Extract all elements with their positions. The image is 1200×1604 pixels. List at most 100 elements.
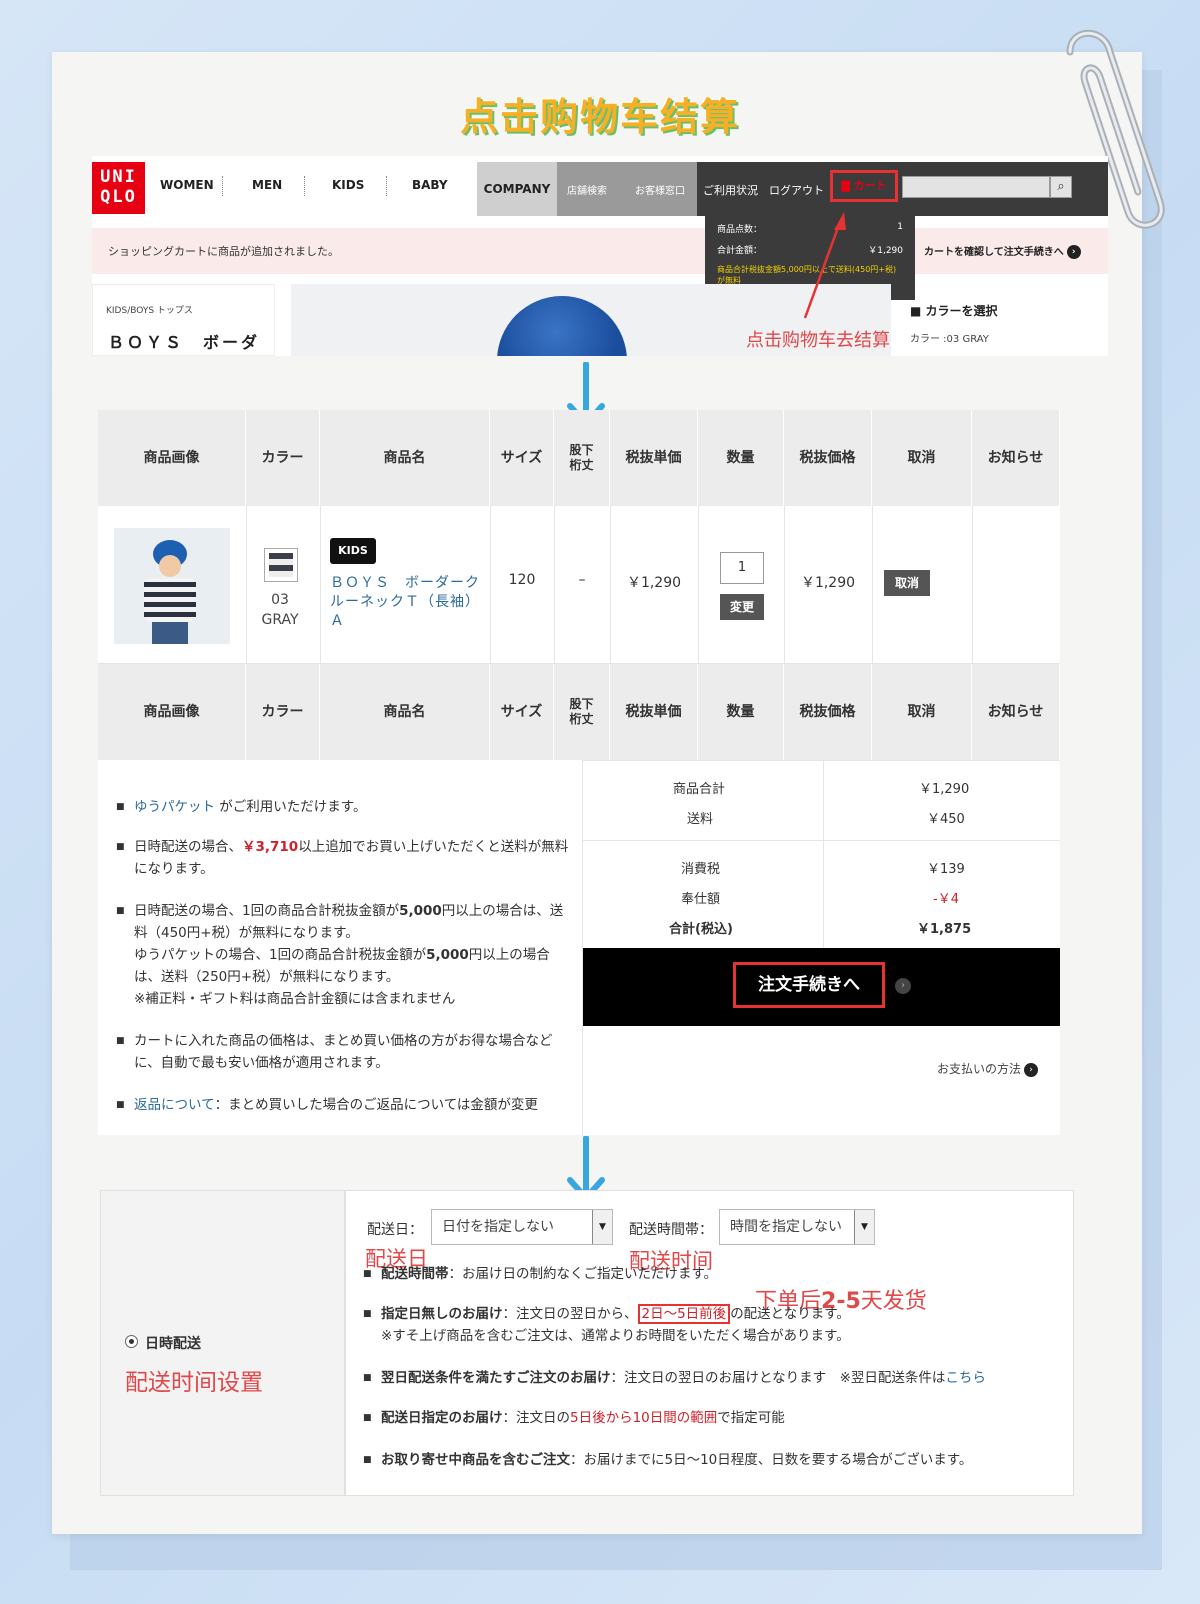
service-value: -￥4 (933, 892, 959, 907)
header-unit-price: 税抜単価 (610, 410, 698, 506)
cart-button[interactable]: ▇ カート (830, 170, 898, 202)
delivery-date-select[interactable]: 日付を指定しない ▼ (431, 1209, 613, 1245)
payment-method-label: お支払いの方法 (937, 1062, 1022, 1076)
quantity-input[interactable]: 1 (720, 552, 764, 584)
dropdown-arrow-icon: ▼ (854, 1210, 874, 1244)
note-subtext: ※すそ上げ商品を含むご注文は、通常よりお時間をいただく場合があります。 (381, 1328, 850, 1344)
count-label: 商品点数： (717, 225, 763, 235)
payment-method-link[interactable]: お支払いの方法 › (937, 1060, 1039, 1077)
col-divider (246, 506, 247, 664)
datetime-delivery-radio[interactable] (125, 1335, 138, 1348)
note-text: ：注文日の翌日のお届けとなります ※翌日配送条件は (610, 1370, 946, 1386)
header-unit-price: 税抜単価 (610, 664, 698, 760)
yupacket-link[interactable]: ゆうパケット (134, 799, 215, 815)
nav-company[interactable]: COMPANY (477, 162, 557, 216)
delivery-note-specified: 配送日指定のお届け：注文日の5日後から10日間の範囲で指定可能 (363, 1407, 1053, 1429)
uniqlo-logo[interactable]: UNI QLO (92, 162, 145, 214)
cart-label: カート (853, 179, 887, 192)
header-notice: お知らせ (972, 664, 1060, 760)
product-name-preview: ＢＯＹＳ ボーダー (108, 333, 261, 352)
customer-support-link[interactable]: お客様窓口 (635, 182, 685, 197)
datetime-delivery-label: 日時配送 (145, 1336, 201, 1352)
proceed-order-button[interactable]: 注文手続きへ (733, 962, 885, 1008)
col-divider (698, 506, 699, 664)
delivery-time-select[interactable]: 時間を指定しない ▼ (719, 1209, 875, 1245)
header-cancel: 取消 (872, 410, 972, 506)
col-divider (320, 506, 321, 664)
header-name: 商品名 (320, 410, 490, 506)
cancel-item-button[interactable]: 取消 (884, 570, 930, 596)
note-text: がご利用いただけます。 (215, 799, 367, 815)
subtotal-value: ￥1,290 (919, 782, 970, 797)
item-unit-price: ￥1,290 (626, 575, 682, 591)
note-amount: ￥3,710 (242, 839, 299, 855)
nav-separator (222, 176, 223, 196)
color-name: GRAY (261, 612, 299, 628)
delivery-date-value: 日付を指定しない (442, 1219, 554, 1235)
nav-baby[interactable]: BABY (412, 178, 448, 192)
table-footer-header-row: 商品画像 カラー 商品名 サイズ 股下桁丈 税抜単価 数量 税抜価格 取消 お知… (98, 664, 1060, 760)
header-price: 税抜価格 (784, 664, 872, 760)
store-search-link[interactable]: 店舗検索 (567, 182, 607, 197)
header-color: カラー (246, 410, 320, 506)
table-row: 03 GRAY KIDS ＢＯＹＳ ボーダークルーネックＴ（長袖）Ａ 120 – … (98, 506, 1060, 664)
returns-link[interactable]: 返品について (134, 1097, 215, 1113)
item-size: 120 (508, 572, 536, 588)
note-yupacket: ゆうパケット がご利用いただけます。 (116, 796, 576, 818)
breadcrumb[interactable]: KIDS/BOYS トップス (106, 303, 193, 316)
delivery-note-unspecified: 指定日無しのお届け：注文日の翌日から、2日～5日前後の配送となります。 ※すそ上… (363, 1303, 1053, 1347)
nav-kids[interactable]: KIDS (332, 178, 364, 192)
note-text: で指定可能 (717, 1410, 785, 1426)
top-nav: UNI QLO WOMEN MEN KIDS BABY COMPANY 店舗検索… (92, 156, 1108, 216)
search-input[interactable] (902, 176, 1050, 198)
header-image: 商品画像 (98, 664, 246, 760)
shipping-notes: ゆうパケット がご利用いただけます。 日時配送の場合、￥3,710以上追加でお買… (98, 760, 582, 1135)
header-image: 商品画像 (98, 410, 246, 506)
item-price: ￥1,290 (800, 575, 856, 591)
nav-women[interactable]: WOMEN (160, 178, 214, 192)
note-heading: 配送時間帯 (381, 1266, 449, 1282)
color-swatch[interactable] (264, 548, 298, 582)
header-name: 商品名 (320, 664, 490, 760)
product-info-card: KIDS/BOYS トップス ＢＯＹＳ ボーダー (92, 284, 275, 356)
header-size: サイズ (490, 664, 554, 760)
color-select-label: ■ カラーを選択 (910, 304, 998, 318)
change-qty-button[interactable]: 変更 (720, 594, 764, 620)
continue-checkout-link[interactable]: カートを確認して注文手続きへ › (924, 243, 1081, 259)
hat-image (497, 296, 627, 356)
logout-link[interactable]: ログアウト (769, 182, 824, 198)
order-summary: 商品合計 ￥1,290 送料 ￥450 消費税 ￥139 奉仕額 -￥4 合計(… (582, 760, 1060, 1135)
nav-men[interactable]: MEN (252, 178, 282, 192)
delivery-option-panel: 日時配送 配送时间设置 (101, 1191, 346, 1495)
dropdown-arrow-icon: ▼ (592, 1210, 612, 1244)
note-heading: 指定日無しのお届け (381, 1306, 503, 1322)
product-photo[interactable] (114, 528, 230, 644)
header-price: 税抜価格 (784, 410, 872, 506)
note-text: ：お届け日の制約なくご指定いただけます。 (448, 1266, 718, 1282)
header-inseam: 股下桁丈 (554, 410, 610, 506)
color-value-label: カラー :03 GRAY (910, 334, 989, 345)
note-range: 5日後から10日間の範囲 (570, 1410, 718, 1426)
chevron-right-icon[interactable]: › (895, 978, 911, 994)
product-name-link[interactable]: ＢＯＹＳ ボーダークルーネックＴ（長袖）Ａ (330, 574, 480, 631)
delivery-note-nextday: 翌日配送条件を満たすご注文のお届け：注文日の翌日のお届けとなります ※翌日配送条… (363, 1367, 1053, 1389)
summary-divider (583, 840, 1060, 841)
annotation-delivery-setting: 配送时间设置 (125, 1370, 263, 1396)
item-inseam: – (578, 572, 586, 588)
nextday-conditions-link[interactable]: こちら (945, 1370, 986, 1386)
usage-status-link[interactable]: ご利用状況 (703, 182, 758, 198)
header-inseam: 股下桁丈 (554, 664, 610, 760)
search-icon[interactable]: ⌕ (1050, 176, 1072, 198)
color-number: 03 (271, 592, 289, 608)
gray-link-bar: 店舗検索 お客様窓口 (557, 162, 697, 216)
table-header-row: 商品画像 カラー 商品名 サイズ 股下桁丈 税抜単価 数量 税抜価格 取消 お知… (98, 410, 1060, 506)
note-price: カートに入れた商品の価格は、まとめ買い価格の方がお得な場合などに、自動で最も安い… (116, 1030, 576, 1074)
note-text: ：注文日の (502, 1410, 571, 1426)
delivery-section: 日時配送 配送时间设置 配送日： 日付を指定しない ▼ 配送日 配送時間帯： 時間… (100, 1190, 1074, 1496)
total-value: ￥1,875 (917, 922, 972, 937)
note-text: ：まとめ買いした場合のご返品については金額が変更 (214, 1097, 538, 1113)
note-text: ：お届けまでに5日～10日程度、日数を要する場合がございます。 (570, 1452, 973, 1468)
stripe-pattern (269, 553, 293, 577)
subtotal-label: 商品合計 (673, 782, 726, 797)
note-text: ゆうパケットの場合、1回の商品合計税抜金額が (134, 947, 427, 963)
